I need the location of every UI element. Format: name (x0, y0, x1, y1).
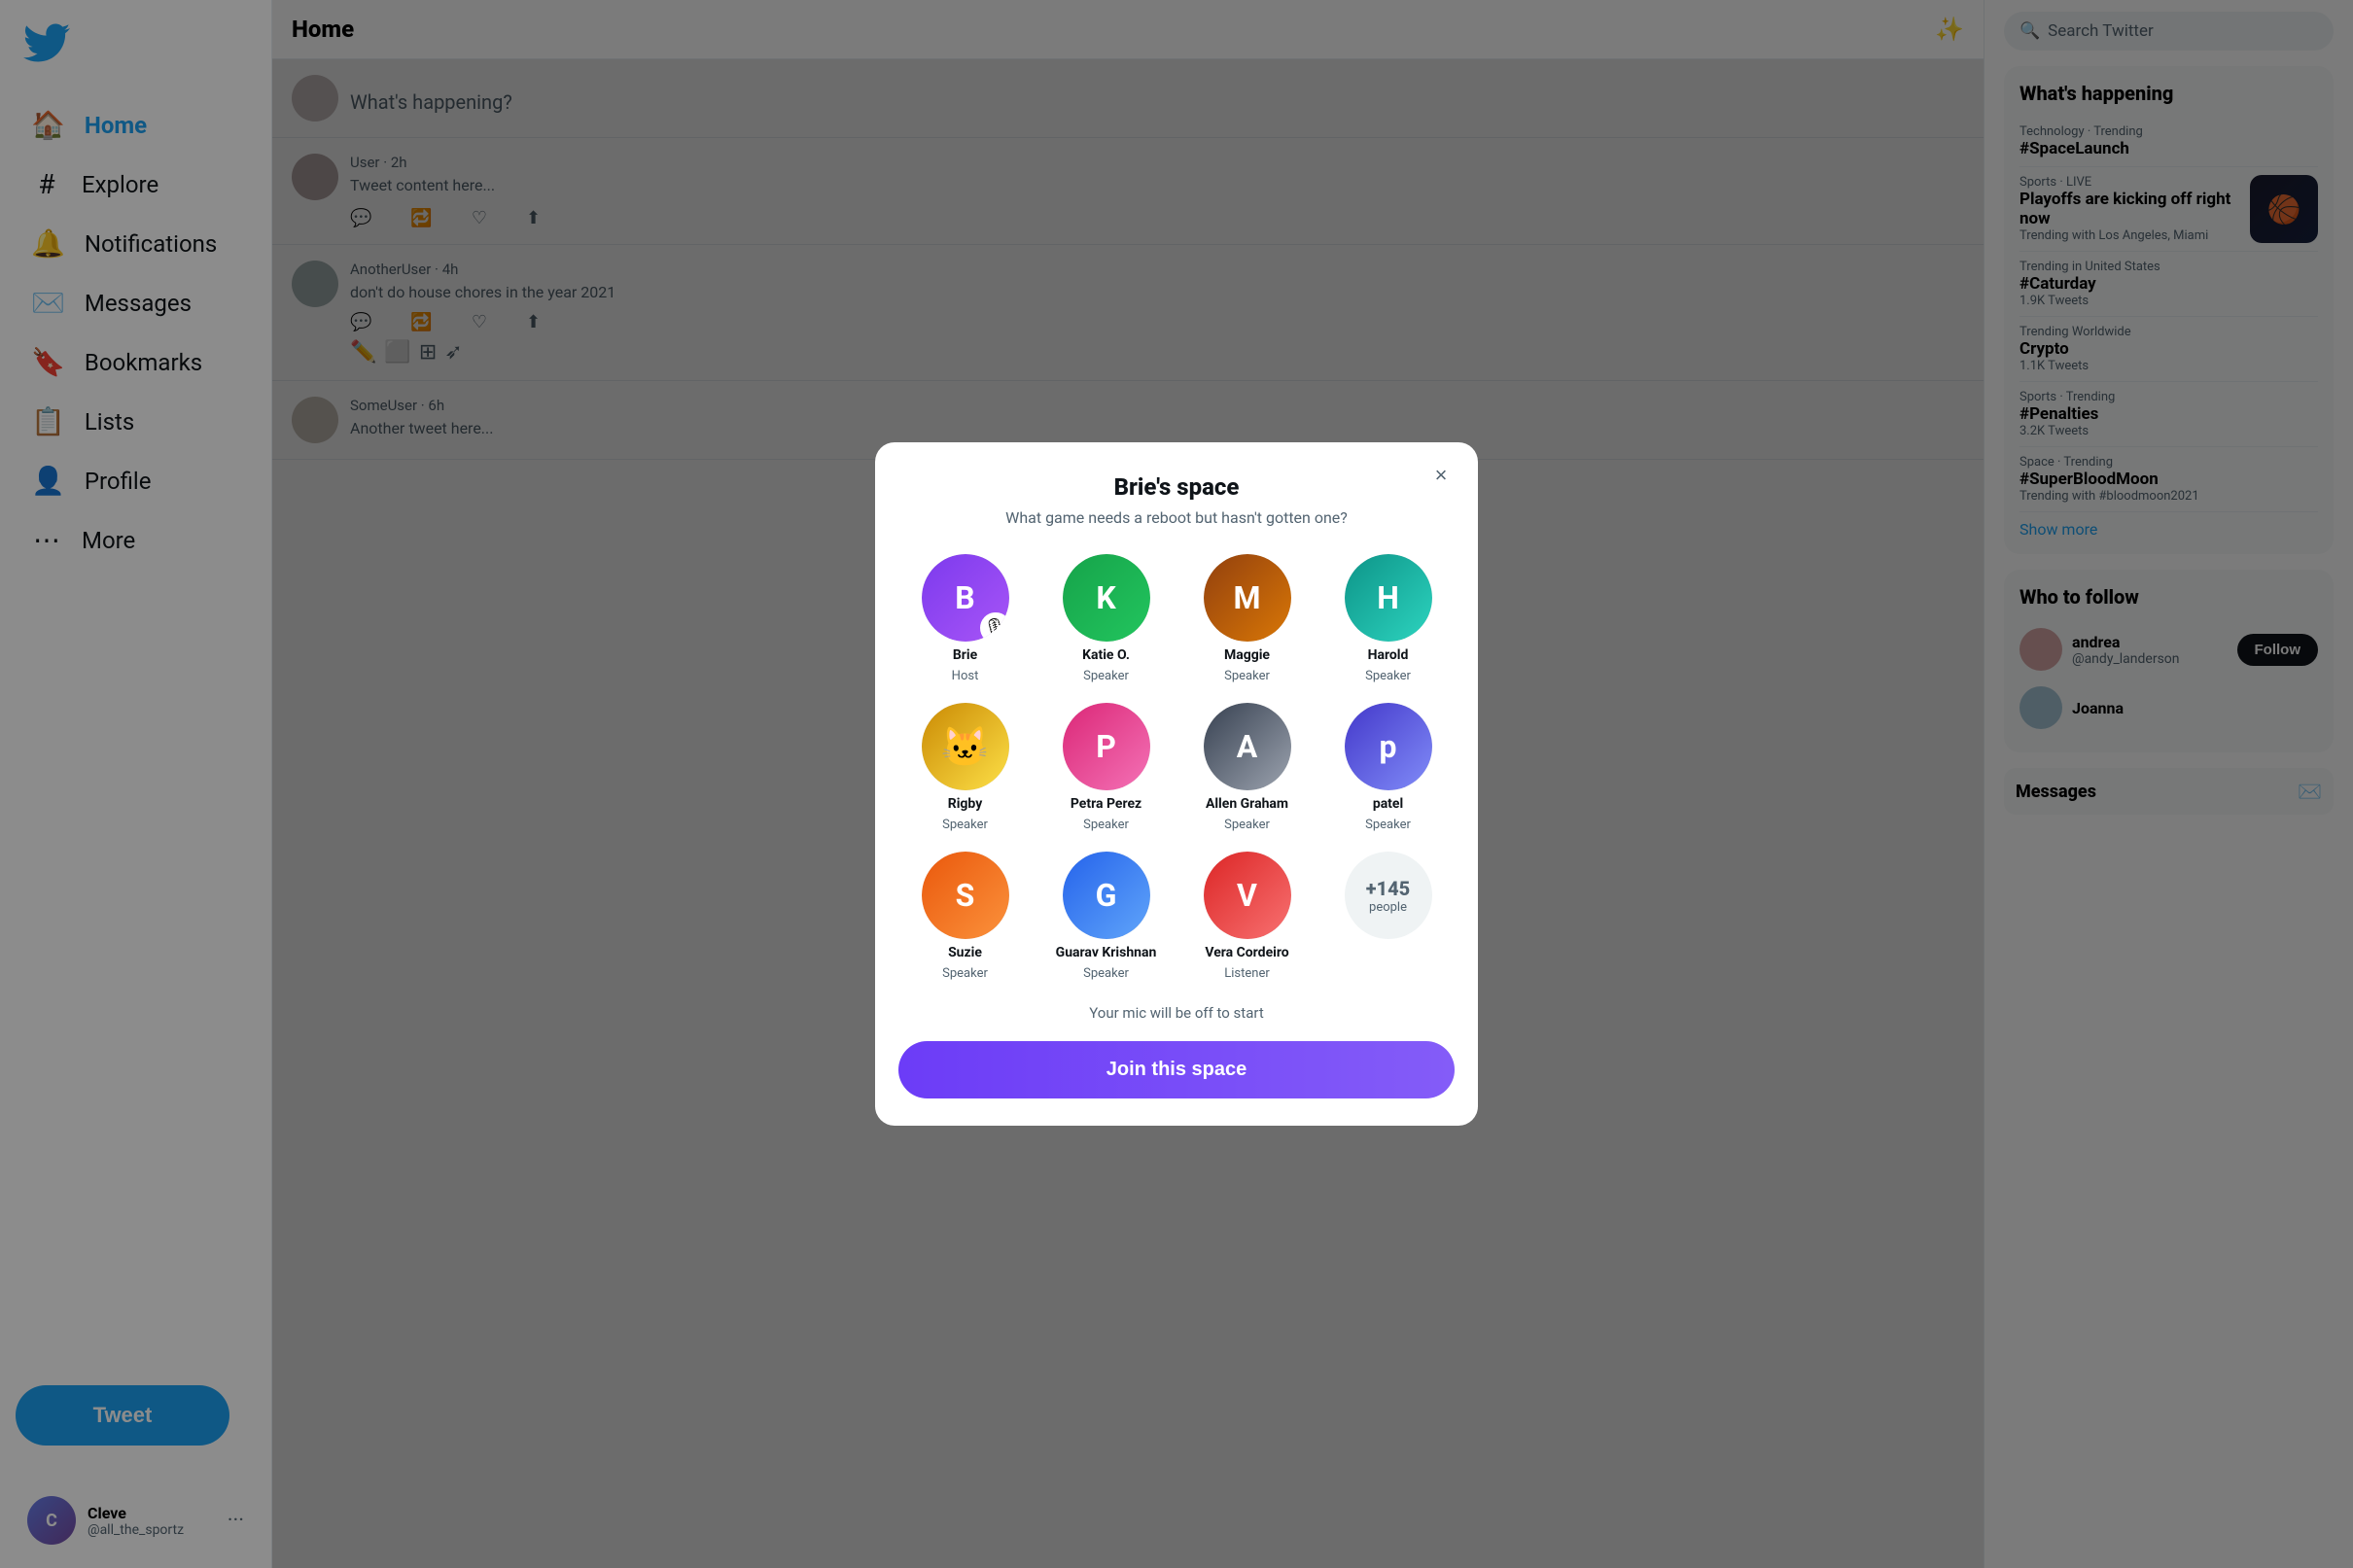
more-label: people (1369, 900, 1407, 915)
speaker-role: Speaker (1365, 669, 1411, 683)
speaker-name: Guarav Krishnan (1056, 945, 1157, 960)
speaker-item-katie[interactable]: K Katie O. Speaker (1039, 554, 1173, 683)
mic-note: Your mic will be off to start (898, 1004, 1455, 1022)
speaker-item-harold[interactable]: H Harold Speaker (1321, 554, 1455, 683)
speaker-item-patel[interactable]: p patel Speaker (1321, 703, 1455, 832)
speaker-name: Harold (1368, 647, 1409, 663)
speaker-role: Listener (1224, 966, 1270, 981)
speaker-avatar-brie: B (922, 554, 1009, 642)
avatar-inner: p (1345, 703, 1432, 790)
avatar-inner: G (1063, 852, 1150, 939)
speaker-item-brie[interactable]: B Brie Host (898, 554, 1032, 683)
speaker-avatar-vera: V (1204, 852, 1291, 939)
speaker-avatar-allen: A (1204, 703, 1291, 790)
more-count: +145 (1366, 877, 1410, 900)
speaker-avatar-harold: H (1345, 554, 1432, 642)
speaker-role: Speaker (1365, 818, 1411, 832)
avatar-inner: K (1063, 554, 1150, 642)
speaker-item-suzie[interactable]: S Suzie Speaker (898, 852, 1032, 981)
speaker-role: Speaker (1083, 818, 1129, 832)
speaker-item-vera[interactable]: V Vera Cordeiro Listener (1180, 852, 1314, 981)
avatar-inner: B (922, 554, 1009, 642)
spaces-modal: × Brie's space What game needs a reboot … (875, 442, 1478, 1126)
speaker-item-petra[interactable]: P Petra Perez Speaker (1039, 703, 1173, 832)
speaker-item-allen[interactable]: A Allen Graham Speaker (1180, 703, 1314, 832)
speaker-item-more[interactable]: +145 people (1321, 852, 1455, 981)
avatar-inner: S (922, 852, 1009, 939)
speaker-name: Suzie (948, 945, 982, 960)
speaker-avatar-maggie: M (1204, 554, 1291, 642)
close-icon: × (1435, 463, 1448, 488)
speaker-name: patel (1373, 796, 1403, 812)
modal-title: Brie's space (898, 473, 1455, 501)
speaker-name: Vera Cordeiro (1205, 945, 1288, 960)
speaker-role: Speaker (942, 818, 988, 832)
avatar-inner: M (1204, 554, 1291, 642)
avatar-inner: A (1204, 703, 1291, 790)
speaker-avatar-patel: p (1345, 703, 1432, 790)
speaker-role: Speaker (1224, 669, 1270, 683)
speaker-avatar-suzie: S (922, 852, 1009, 939)
more-people-bubble: +145 people (1345, 852, 1432, 939)
speaker-name: Maggie (1224, 647, 1270, 663)
speaker-name: Petra Perez (1071, 796, 1141, 812)
speaker-role: Speaker (1083, 966, 1129, 981)
speaker-name: Brie (953, 647, 977, 663)
speaker-name: Katie O. (1082, 647, 1130, 663)
speaker-role: Speaker (1224, 818, 1270, 832)
join-space-button[interactable]: Join this space (898, 1041, 1455, 1098)
speaker-role: Speaker (942, 966, 988, 981)
speaker-name: Allen Graham (1206, 796, 1288, 812)
speakers-grid: B Brie Host K Katie O. Speaker M Maggie … (898, 554, 1455, 981)
avatar-inner: P (1063, 703, 1150, 790)
modal-subtitle: What game needs a reboot but hasn't gott… (898, 508, 1455, 527)
speaker-avatar-rigby: 🐱 (922, 703, 1009, 790)
speaker-item-rigby[interactable]: 🐱 Rigby Speaker (898, 703, 1032, 832)
close-button[interactable]: × (1423, 458, 1458, 493)
speaker-item-guarav[interactable]: G Guarav Krishnan Speaker (1039, 852, 1173, 981)
avatar-inner: 🐱 (922, 703, 1009, 790)
speaker-avatar-guarav: G (1063, 852, 1150, 939)
modal-overlay[interactable]: × Brie's space What game needs a reboot … (0, 0, 2353, 1568)
avatar-inner: V (1204, 852, 1291, 939)
speaker-avatar-katie: K (1063, 554, 1150, 642)
speaker-avatar-petra: P (1063, 703, 1150, 790)
avatar-inner: H (1345, 554, 1432, 642)
speaker-role: Speaker (1083, 669, 1129, 683)
speaker-name: Rigby (948, 796, 983, 812)
speaker-item-maggie[interactable]: M Maggie Speaker (1180, 554, 1314, 683)
speaker-role: Host (952, 669, 979, 683)
